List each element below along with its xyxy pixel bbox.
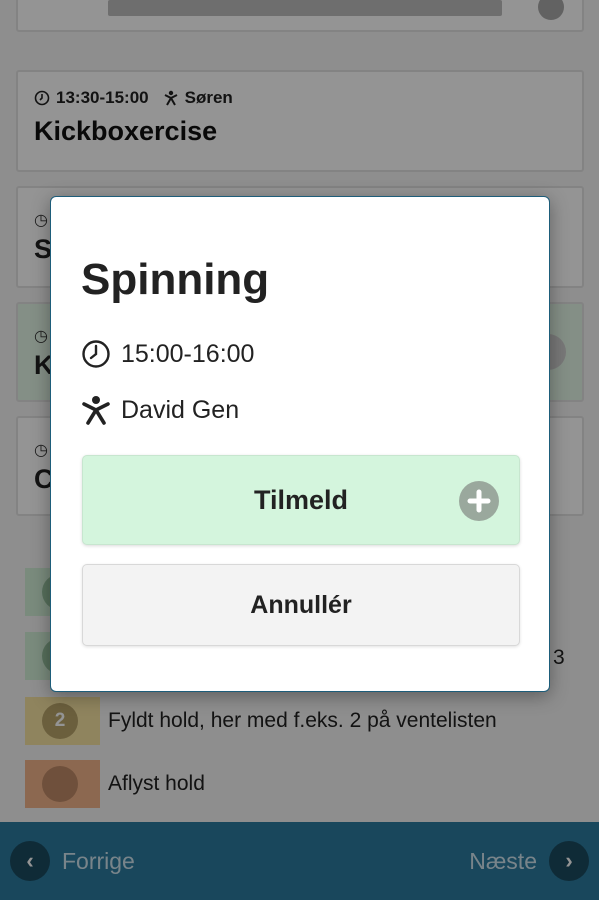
dialog-time: 15:00-16:00 bbox=[121, 339, 255, 368]
plus-icon bbox=[459, 481, 499, 521]
dialog-coach-row: David Gen bbox=[81, 395, 239, 425]
class-dialog: Spinning 15:00-16:00 David Gen Tilmeld A… bbox=[50, 196, 550, 692]
clock-icon bbox=[82, 340, 110, 368]
dialog-title: Spinning bbox=[81, 255, 270, 304]
signup-label: Tilmeld bbox=[253, 484, 349, 515]
person-icon bbox=[82, 396, 110, 425]
signup-button[interactable]: Tilmeld bbox=[82, 455, 520, 545]
cancel-label: Annullér bbox=[250, 590, 352, 619]
dialog-coach: David Gen bbox=[121, 395, 240, 424]
dialog-time-row: 15:00-16:00 bbox=[81, 339, 254, 369]
cancel-button[interactable]: Annullér bbox=[82, 564, 520, 646]
